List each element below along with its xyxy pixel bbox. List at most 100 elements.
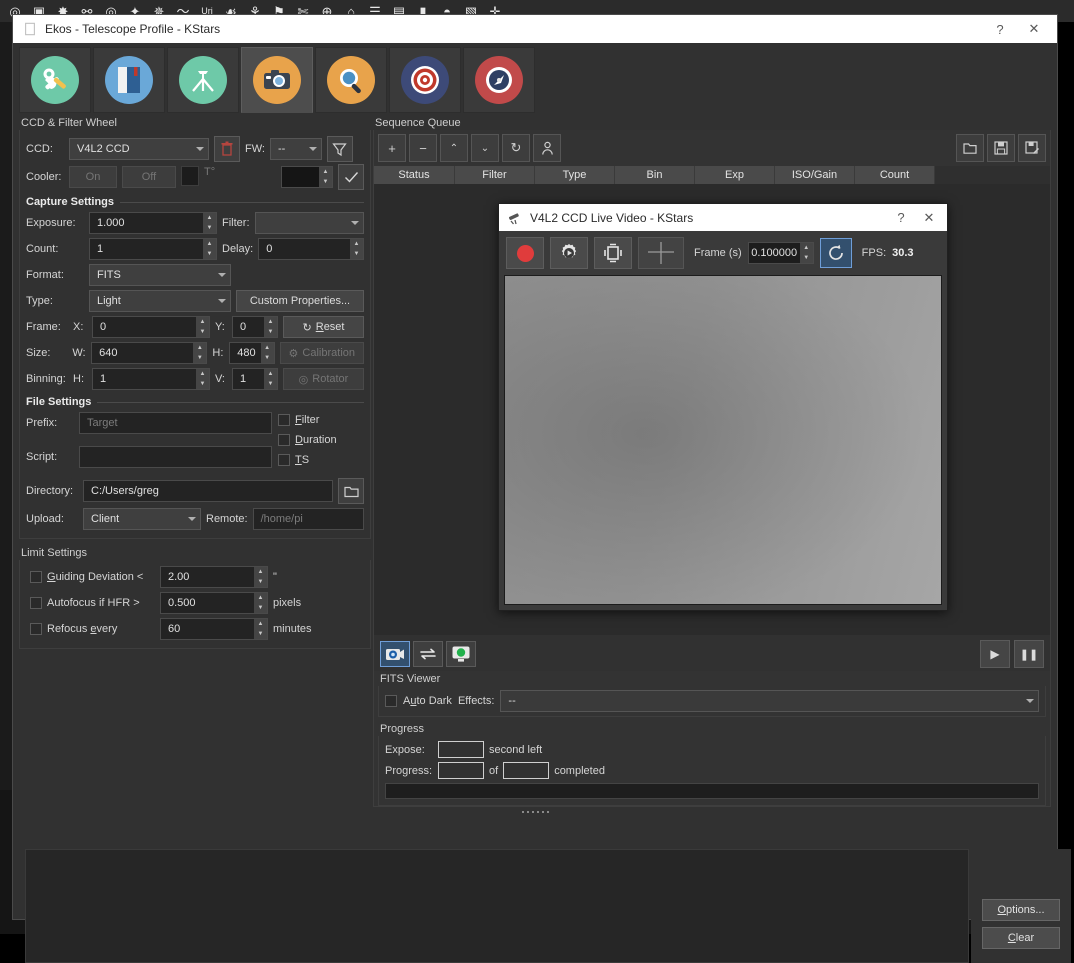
video-dialog-titlebar: V4L2 CCD Live Video - KStars ? ✕ xyxy=(499,204,947,231)
refocus-every-spinbox[interactable]: 60 ▲ ▼ xyxy=(160,618,268,640)
temperature-spinbox[interactable]: ▲ ▼ xyxy=(281,166,333,188)
directory-input[interactable]: C:/Users/greg xyxy=(83,480,333,502)
ts-checkbox[interactable] xyxy=(278,454,290,466)
tab-align[interactable] xyxy=(389,47,461,113)
set-temperature-button[interactable] xyxy=(338,164,364,190)
delay-spinbox[interactable]: 0 ▲ ▼ xyxy=(258,238,364,260)
remote-label: Remote: xyxy=(206,513,248,525)
calibration-button[interactable]: ⚙ Calibration xyxy=(279,342,365,364)
guiding-deviation-spinbox[interactable]: 2.00 ▲ ▼ xyxy=(160,566,268,588)
size-h-stepper[interactable]: ▲ ▼ xyxy=(260,342,275,364)
record-button[interactable] xyxy=(506,237,544,269)
splitter-handle[interactable] xyxy=(13,807,1057,817)
column-header-filter[interactable]: Filter xyxy=(455,166,535,184)
remove-job-button[interactable]: − xyxy=(409,134,437,162)
column-header-status[interactable]: Status xyxy=(374,166,455,184)
column-header-exp[interactable]: Exp xyxy=(695,166,775,184)
save-sequence-button[interactable] xyxy=(987,134,1015,162)
record-settings-button[interactable] xyxy=(550,237,588,269)
size-w-stepper[interactable]: ▲ ▼ xyxy=(193,342,208,364)
tab-scheduler[interactable] xyxy=(93,47,165,113)
effects-select[interactable]: -- xyxy=(500,690,1039,712)
pause-capture-button[interactable]: ❚❚ xyxy=(1014,640,1044,668)
column-header-bin[interactable]: Bin xyxy=(615,166,695,184)
count-spinbox[interactable]: 1 ▲ ▼ xyxy=(89,238,217,260)
tab-setup[interactable] xyxy=(19,47,91,113)
format-select[interactable]: FITS xyxy=(89,264,231,286)
live-video-button[interactable] xyxy=(380,641,410,667)
move-down-button[interactable]: ⌄ xyxy=(471,134,499,162)
fw-select[interactable]: -- xyxy=(269,138,322,160)
script-input[interactable] xyxy=(79,446,272,468)
column-header-count[interactable]: Count xyxy=(855,166,935,184)
log-output[interactable] xyxy=(25,849,969,963)
help-button[interactable]: ? xyxy=(983,16,1017,42)
duration-checkbox[interactable] xyxy=(278,434,290,446)
upload-select[interactable]: Client xyxy=(83,508,201,530)
prefix-input[interactable]: Target xyxy=(79,412,272,434)
cooler-off-button[interactable]: Off xyxy=(122,166,176,188)
live-video-preview[interactable] xyxy=(504,275,942,605)
delay-stepper[interactable]: ▲ ▼ xyxy=(350,238,364,260)
ccd-select[interactable]: V4L2 CCD xyxy=(69,138,209,160)
binning-v-stepper[interactable]: ▲ ▼ xyxy=(264,368,278,390)
binning-h-stepper[interactable]: ▲ ▼ xyxy=(196,368,210,390)
reset-frame-button[interactable]: ↻ Reset xyxy=(283,316,364,338)
autofocus-hfr-checkbox[interactable] xyxy=(30,597,42,609)
frame-seconds-stepper[interactable]: ▲ ▼ xyxy=(799,242,814,264)
exposure-stepper[interactable]: ▲ ▼ xyxy=(203,212,217,234)
type-select[interactable]: Light xyxy=(89,290,231,312)
open-sequence-button[interactable] xyxy=(956,134,984,162)
column-header-iso-gain[interactable]: ISO/Gain xyxy=(775,166,855,184)
size-h-spinbox[interactable]: 480 ▲ ▼ xyxy=(229,342,275,364)
tab-ccd[interactable] xyxy=(241,47,313,113)
auto-dark-checkbox[interactable] xyxy=(385,695,397,707)
clear-button[interactable]: Clear xyxy=(982,927,1060,949)
column-header-type[interactable]: Type xyxy=(535,166,615,184)
autofocus-hfr-spinbox[interactable]: 0.500 ▲ ▼ xyxy=(160,592,268,614)
video-dialog-help-button[interactable]: ? xyxy=(887,206,915,230)
save-as-sequence-button[interactable] xyxy=(1018,134,1046,162)
tab-guide[interactable] xyxy=(463,47,535,113)
custom-properties-button[interactable]: Custom Properties... xyxy=(236,290,364,312)
video-dialog-close-button[interactable]: ✕ xyxy=(915,206,943,230)
tab-focus[interactable] xyxy=(315,47,387,113)
refresh-stream-button[interactable] xyxy=(819,238,852,268)
refocus-every-checkbox[interactable] xyxy=(30,623,42,635)
start-capture-button[interactable]: ▶ xyxy=(980,640,1010,668)
refocus-every-stepper[interactable]: ▲ ▼ xyxy=(254,618,268,640)
frame-seconds-spinbox[interactable]: 0.100000 ▲ ▼ xyxy=(747,242,814,264)
filter-select[interactable] xyxy=(254,212,364,234)
filter-settings-button[interactable] xyxy=(326,136,353,162)
loop-button[interactable] xyxy=(413,641,443,667)
tab-mount[interactable] xyxy=(167,47,239,113)
temperature-stepper[interactable]: ▲ ▼ xyxy=(319,166,333,188)
frame-x-stepper[interactable]: ▲ ▼ xyxy=(196,316,210,338)
move-up-button[interactable]: ⌃ xyxy=(440,134,468,162)
binning-v-spinbox[interactable]: 1 ▲ ▼ xyxy=(232,368,278,390)
observer-button[interactable] xyxy=(533,134,561,162)
binning-h-spinbox[interactable]: 1 ▲ ▼ xyxy=(92,368,210,390)
crosshair-button[interactable] xyxy=(638,237,684,269)
rotator-button[interactable]: ◎ Rotator xyxy=(283,368,364,390)
frame-x-spinbox[interactable]: 0 ▲ ▼ xyxy=(92,316,210,338)
options-button[interactable]: Options... xyxy=(982,899,1060,921)
remote-input[interactable]: /home/pi xyxy=(252,508,364,530)
browse-directory-button[interactable] xyxy=(338,478,364,504)
cooler-on-button[interactable]: On xyxy=(69,166,117,188)
remove-ccd-button[interactable] xyxy=(214,136,240,162)
count-stepper[interactable]: ▲ ▼ xyxy=(203,238,217,260)
filter-checkbox[interactable] xyxy=(278,414,290,426)
close-button[interactable]: ✕ xyxy=(1017,16,1051,42)
add-job-button[interactable]: + xyxy=(378,134,406,162)
exposure-spinbox[interactable]: 1.000 ▲ ▼ xyxy=(89,212,217,234)
frame-y-stepper[interactable]: ▲ ▼ xyxy=(264,316,278,338)
reset-job-button[interactable]: ↻ xyxy=(502,134,530,162)
crop-frame-button[interactable] xyxy=(594,237,632,269)
guiding-deviation-checkbox[interactable] xyxy=(30,571,42,583)
size-w-spinbox[interactable]: 640 ▲ ▼ xyxy=(91,342,208,364)
monitor-button[interactable] xyxy=(446,641,476,667)
guiding-deviation-stepper[interactable]: ▲ ▼ xyxy=(254,566,268,588)
autofocus-hfr-stepper[interactable]: ▲ ▼ xyxy=(254,592,268,614)
frame-y-spinbox[interactable]: 0 ▲ ▼ xyxy=(232,316,278,338)
